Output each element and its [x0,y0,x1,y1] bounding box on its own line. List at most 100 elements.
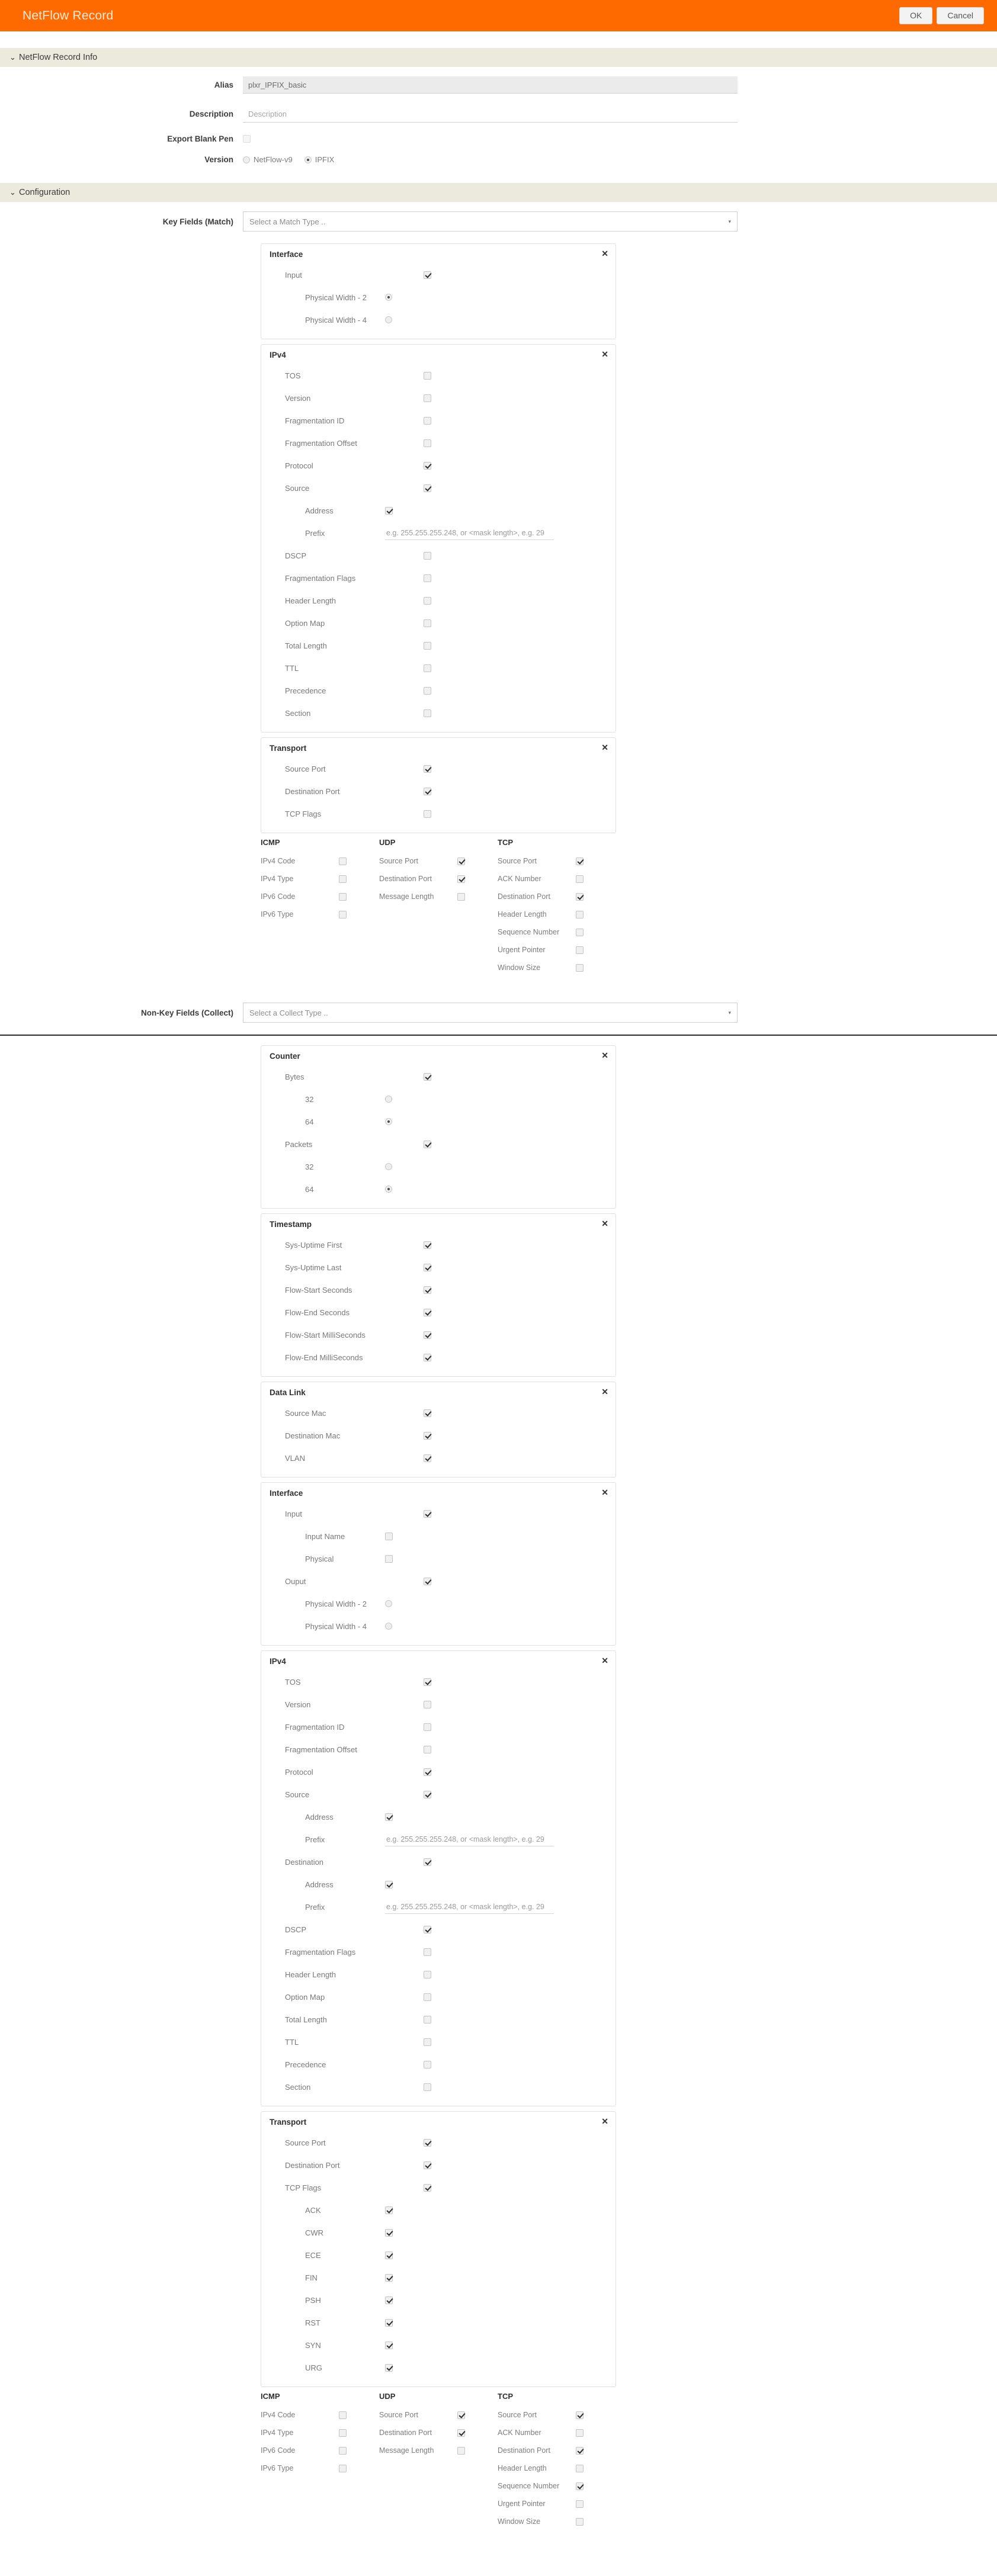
radio-icon[interactable] [385,1600,392,1607]
checkbox-icon[interactable] [385,2251,393,2259]
checkbox-icon[interactable] [424,2138,431,2147]
checkbox-icon[interactable] [424,596,431,605]
checkbox-icon[interactable] [424,1678,431,1686]
checkbox-icon[interactable] [457,875,465,883]
checkbox-icon[interactable] [424,2060,431,2068]
alias-input[interactable] [243,76,738,94]
checkbox-icon[interactable] [576,928,584,936]
checkbox-icon[interactable] [424,2083,431,2091]
checkbox-icon[interactable] [424,574,431,582]
section-header-netflow-record-info[interactable]: ⌄ NetFlow Record Info [0,48,997,67]
close-icon[interactable]: ✕ [601,350,608,358]
checkbox-icon[interactable] [576,2500,584,2508]
checkbox-icon[interactable] [385,2273,393,2282]
description-input[interactable] [243,105,738,123]
checkbox-icon[interactable] [576,910,584,918]
checkbox-icon[interactable] [424,1331,431,1339]
checkbox-icon[interactable] [424,1509,431,1518]
close-icon[interactable]: ✕ [601,249,608,258]
checkbox-icon[interactable] [424,619,431,627]
key-fields-select[interactable]: Select a Match Type .. ▾ [243,211,738,232]
checkbox-icon[interactable] [385,2206,393,2214]
checkbox-icon[interactable] [385,2363,393,2372]
checkbox-icon[interactable] [424,765,431,773]
checkbox-icon[interactable] [424,686,431,695]
prefix-input[interactable] [385,526,554,540]
checkbox-icon[interactable] [339,2464,347,2472]
checkbox-icon[interactable] [424,1745,431,1753]
checkbox-icon[interactable] [457,2429,465,2437]
checkbox-icon[interactable] [424,1431,431,1440]
checkbox-icon[interactable] [576,2429,584,2437]
checkbox-icon[interactable] [424,2038,431,2046]
checkbox-icon[interactable] [424,1858,431,1866]
checkbox-icon[interactable] [424,2015,431,2023]
checkbox-icon[interactable] [576,2517,584,2526]
radio-icon[interactable] [243,156,250,163]
checkbox-icon[interactable] [576,2446,584,2455]
checkbox-icon[interactable] [424,664,431,672]
checkbox-icon[interactable] [424,1948,431,1956]
checkbox-icon[interactable] [424,1286,431,1294]
export-blank-pen-checkbox[interactable] [243,135,251,143]
radio-icon[interactable] [385,1096,392,1103]
checkbox-icon[interactable] [385,506,393,515]
radio-icon[interactable] [385,1118,392,1125]
checkbox-icon[interactable] [424,1723,431,1731]
checkbox-icon[interactable] [424,371,431,380]
checkbox-icon[interactable] [385,1813,393,1821]
checkbox-icon[interactable] [576,2482,584,2490]
checkbox-icon[interactable] [576,857,584,865]
ok-button[interactable]: OK [899,7,933,25]
checkbox-icon[interactable] [424,810,431,818]
checkbox-icon[interactable] [339,892,347,901]
radio-icon[interactable] [304,156,312,163]
checkbox-icon[interactable] [457,892,465,901]
checkbox-icon[interactable] [424,1263,431,1271]
radio-icon[interactable] [385,1163,392,1170]
checkbox-icon[interactable] [576,2411,584,2419]
checkbox-icon[interactable] [424,1308,431,1316]
checkbox-icon[interactable] [339,2446,347,2455]
checkbox-icon[interactable] [424,2183,431,2192]
checkbox-icon[interactable] [424,1454,431,1462]
radio-icon[interactable] [385,1623,392,1630]
checkbox-icon[interactable] [576,946,584,954]
checkbox-icon[interactable] [424,787,431,795]
checkbox-icon[interactable] [576,875,584,883]
checkbox-icon[interactable] [424,461,431,470]
checkbox-icon[interactable] [576,892,584,901]
checkbox-icon[interactable] [385,2228,393,2237]
checkbox-icon[interactable] [457,2411,465,2419]
close-icon[interactable]: ✕ [601,2117,608,2125]
prefix-input[interactable] [385,1832,554,1846]
checkbox-icon[interactable] [424,641,431,650]
checkbox-icon[interactable] [424,1790,431,1798]
checkbox-icon[interactable] [424,2161,431,2169]
checkbox-icon[interactable] [424,1140,431,1148]
checkbox-icon[interactable] [424,416,431,425]
checkbox-icon[interactable] [457,857,465,865]
close-icon[interactable]: ✕ [601,1656,608,1665]
checkbox-icon[interactable] [424,394,431,402]
radio-icon[interactable] [385,316,392,323]
cancel-button[interactable]: Cancel [937,7,984,25]
close-icon[interactable]: ✕ [601,1488,608,1496]
section-header-configuration[interactable]: ⌄ Configuration [0,183,997,202]
checkbox-icon[interactable] [385,1532,393,1540]
checkbox-icon[interactable] [576,2464,584,2472]
checkbox-icon[interactable] [385,2341,393,2349]
checkbox-icon[interactable] [424,709,431,717]
close-icon[interactable]: ✕ [601,1051,608,1059]
checkbox-icon[interactable] [424,1409,431,1417]
radio-icon[interactable] [385,294,392,301]
checkbox-icon[interactable] [576,963,584,972]
checkbox-icon[interactable] [424,1970,431,1978]
checkbox-icon[interactable] [424,551,431,560]
version-option-netflow-v9[interactable]: NetFlow-v9 [243,155,293,164]
radio-icon[interactable] [385,1186,392,1193]
checkbox-icon[interactable] [339,2429,347,2437]
checkbox-icon[interactable] [424,1353,431,1361]
non-key-fields-select[interactable]: Select a Collect Type .. ▾ [243,1003,738,1023]
checkbox-icon[interactable] [424,1993,431,2001]
